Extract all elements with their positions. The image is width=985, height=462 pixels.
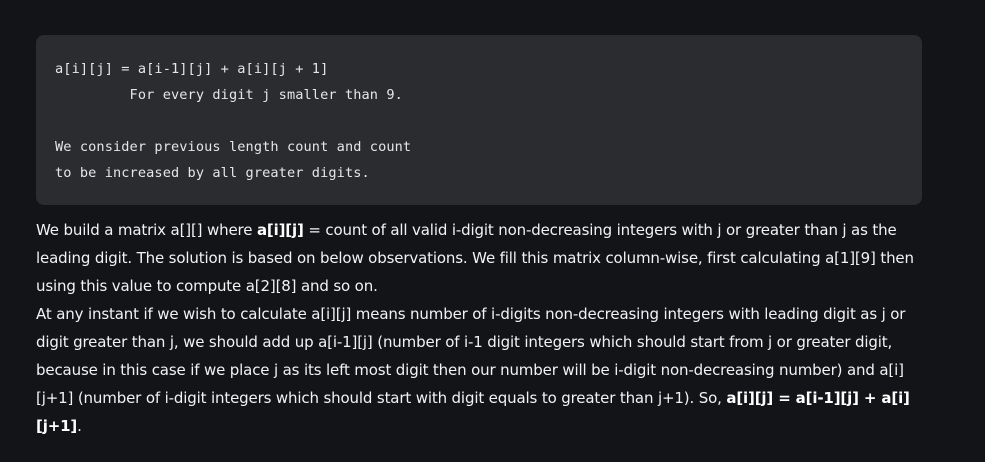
code-line: to be increased by all greater digits. bbox=[55, 165, 370, 181]
code-line: We consider previous length count and co… bbox=[55, 139, 412, 155]
paragraph-matrix-definition: We build a matrix a[][] where a[i][j] = … bbox=[36, 216, 926, 300]
paragraph-recurrence-explanation: At any instant if we wish to calculate a… bbox=[36, 300, 926, 440]
code-line: a[i][j] = a[i-1][j] + a[i][j + 1] bbox=[55, 61, 329, 77]
article-body: We build a matrix a[][] where a[i][j] = … bbox=[36, 216, 926, 440]
code-line: For every digit j smaller than 9. bbox=[55, 87, 403, 103]
paragraph-text: We build a matrix a[][] where bbox=[36, 221, 257, 239]
bold-term: a[i][j] bbox=[256, 221, 304, 239]
code-block: a[i][j] = a[i-1][j] + a[i][j + 1] For ev… bbox=[36, 35, 922, 205]
paragraph-text: . bbox=[77, 417, 82, 435]
